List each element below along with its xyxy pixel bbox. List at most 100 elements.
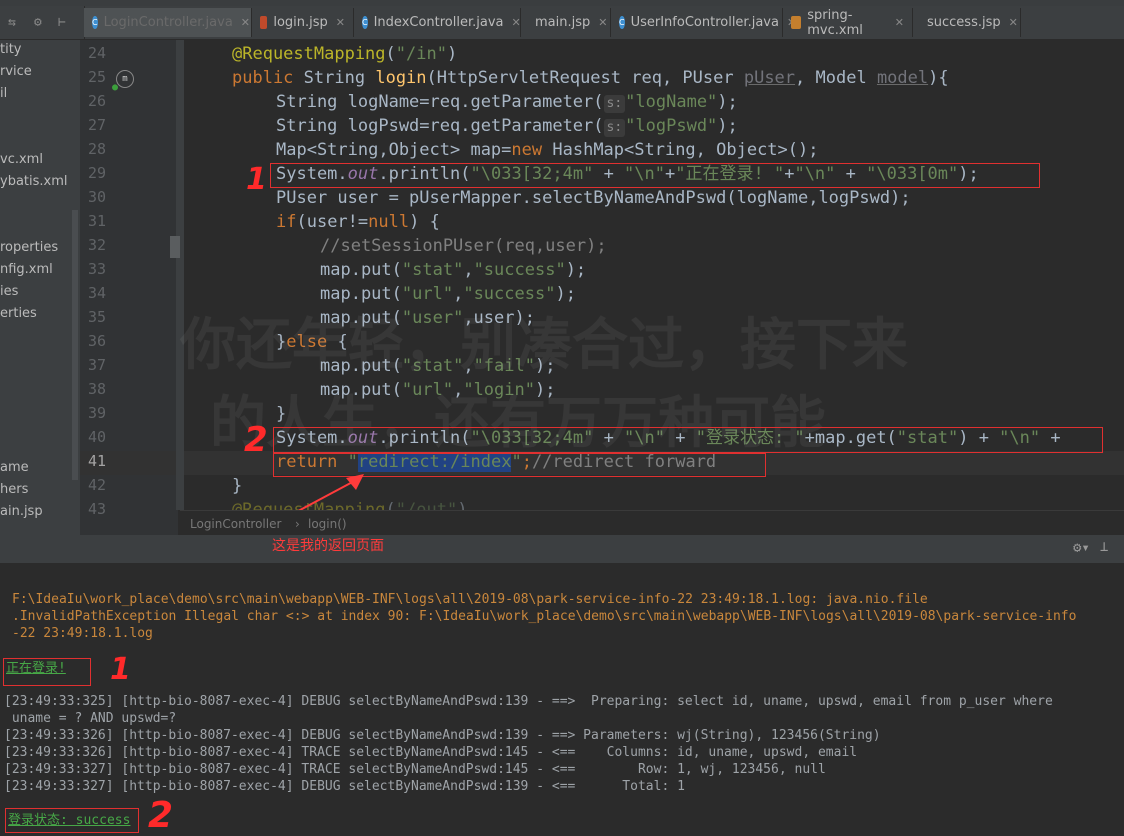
console-line: [23:49:33:327] [http-bio-8087-exec-4] TR… <box>4 762 826 777</box>
code-line-32: //setSessionPUser(req,user); <box>320 236 607 256</box>
console-line: [23:49:33:327] [http-bio-8087-exec-4] DE… <box>4 779 685 794</box>
tab-indexcontroller-java[interactable]: C IndexController.java ✕ <box>354 8 521 37</box>
highlight-box-line-29 <box>270 163 1040 188</box>
project-tree-item[interactable]: roperties <box>0 240 58 255</box>
breadcrumb-method[interactable]: login() <box>308 517 347 531</box>
project-tree-item[interactable]: ies <box>0 284 18 299</box>
line-number: 31 <box>87 212 106 230</box>
annotation-number-2: 2 <box>148 795 174 836</box>
fold-column <box>170 40 184 510</box>
line-number: 40 <box>87 428 106 446</box>
console-line: uname = ? AND upswd=? <box>4 711 177 726</box>
line-number: 42 <box>87 476 106 494</box>
tab-label: spring-mvc.xml <box>807 7 863 38</box>
code-line-26: String logName=req.getParameter(s: "logNa… <box>276 92 738 113</box>
project-tree-item[interactable]: erties <box>0 306 37 321</box>
console-output[interactable]: F:\IdeaIu\work_place\demo\src\main\webap… <box>0 563 1124 833</box>
close-icon[interactable]: ✕ <box>336 16 345 29</box>
minimize-icon[interactable]: ⊥ <box>1100 539 1108 555</box>
code-line-30: PUser user = pUserMapper.selectByNameAnd… <box>276 188 911 208</box>
console-line: [23:49:33:326] [http-bio-8087-exec-4] TR… <box>4 745 858 760</box>
line-number: 28 <box>87 140 106 158</box>
code-line-25: public String login(HttpServletRequest r… <box>232 68 949 88</box>
editor-scroll-thumb[interactable] <box>170 236 180 258</box>
code-line-27: String logPswd=req.getParameter(s: "logPs… <box>276 116 738 137</box>
code-line-24: @RequestMapping("/in") <box>232 44 458 64</box>
line-number: 38 <box>87 380 106 398</box>
project-scrollbar[interactable] <box>72 210 78 480</box>
line-number: 43 <box>87 500 106 518</box>
java-file-icon: C <box>619 16 625 29</box>
console-line: F:\IdeaIu\work_place\demo\src\main\webap… <box>12 592 928 607</box>
close-icon[interactable]: ✕ <box>598 16 607 29</box>
watermark-line-1: 你还年轻，别凑合过，接下来 <box>180 312 908 378</box>
collapse-icon[interactable]: ⇆ <box>8 15 16 30</box>
run-marker-icon[interactable]: ● <box>112 82 118 93</box>
code-line-28: Map<String,Object> map=new HashMap<Strin… <box>276 140 819 160</box>
editor-tab-bar: ⇆ ⚙ ⊢ C LoginController.java ✕ login.jsp ✕ C I… <box>0 6 1124 40</box>
xml-file-icon <box>791 16 802 29</box>
project-toolbar: ⇆ ⚙ ⊢ <box>0 6 85 39</box>
project-tree-item[interactable]: nfig.xml <box>0 262 53 277</box>
annotation-number-1: 1 <box>246 162 267 197</box>
line-number: 37 <box>87 356 106 374</box>
gear-icon[interactable]: ⚙ <box>34 15 42 30</box>
breadcrumb-separator: › <box>295 517 300 531</box>
hide-icon[interactable]: ⊢ <box>58 15 66 30</box>
java-file-icon: C <box>92 16 98 29</box>
tab-label: success.jsp <box>927 15 1001 30</box>
project-tree-item[interactable]: tity <box>0 42 22 57</box>
console-line: [23:49:33:326] [http-bio-8087-exec-4] DE… <box>4 728 881 743</box>
highlight-box-console-1 <box>3 658 91 686</box>
run-tool-window-header: ⚙▾ ⊥ <box>0 535 1124 563</box>
project-tree-item[interactable]: ame <box>0 460 29 475</box>
method-marker-icon[interactable]: m <box>116 70 134 88</box>
line-number: 29 <box>87 164 106 182</box>
tab-success-jsp[interactable]: success.jsp ✕ <box>913 8 1021 37</box>
line-number: 41 <box>87 452 106 470</box>
project-tree-panel: tity rvice il vc.xml ybatis.xml roperties nfig… <box>0 40 80 535</box>
project-tree-item[interactable]: ain.jsp <box>0 504 43 519</box>
breadcrumb: LoginController › login() <box>180 510 1124 536</box>
close-icon[interactable]: ✕ <box>1009 16 1018 29</box>
project-tree-item[interactable]: rvice <box>0 64 32 79</box>
param-hint: s: <box>603 119 626 137</box>
line-number: 32 <box>87 236 106 254</box>
tab-label: UserInfoController.java <box>630 15 779 30</box>
line-number: 33 <box>87 260 106 278</box>
project-tree-item[interactable]: ybatis.xml <box>0 174 68 189</box>
line-number: 36 <box>87 332 106 350</box>
tab-logincontroller-java[interactable]: C LoginController.java ✕ <box>84 8 252 37</box>
gear-icon[interactable]: ⚙▾ <box>1073 540 1090 556</box>
console-line: -22 23:49:18.1.log <box>12 626 153 641</box>
tab-main-jsp[interactable]: main.jsp ✕ <box>521 8 611 37</box>
code-line-42: } <box>232 476 243 496</box>
close-icon[interactable]: ✕ <box>512 16 521 29</box>
breadcrumb-class[interactable]: LoginController <box>190 517 281 531</box>
tab-spring-mvc-xml[interactable]: spring-mvc.xml ✕ <box>783 7 913 38</box>
line-number: 25 <box>87 68 106 86</box>
param-hint: s: <box>603 95 626 113</box>
annotation-number-2: 2 <box>244 420 268 460</box>
line-number: 26 <box>87 92 106 110</box>
close-icon[interactable]: ✕ <box>241 16 250 29</box>
tab-label: login.jsp <box>273 15 328 30</box>
annotation-number-1: 1 <box>110 652 131 687</box>
highlight-box-console-2 <box>5 808 139 833</box>
console-line: [23:49:33:325] [http-bio-8087-exec-4] DE… <box>4 694 1053 709</box>
tab-label: IndexController.java <box>373 15 504 30</box>
java-file-icon: C <box>362 16 368 29</box>
project-tree-item[interactable]: hers <box>0 482 28 497</box>
tab-login-jsp[interactable]: login.jsp ✕ <box>252 8 354 37</box>
code-line-31: if(user!=null) { <box>276 212 440 232</box>
line-number: 27 <box>87 116 106 134</box>
code-line-33: map.put("stat","success"); <box>320 260 587 280</box>
project-tree-item[interactable]: vc.xml <box>0 152 43 167</box>
tab-label: LoginController.java <box>103 15 233 30</box>
highlight-box-line-40 <box>273 427 1103 453</box>
line-number: 30 <box>87 188 106 206</box>
close-icon[interactable]: ✕ <box>895 16 904 29</box>
line-number: 39 <box>87 404 106 422</box>
tab-userinfocontroller-java[interactable]: CUserInfoController.java✕ <box>611 8 796 37</box>
project-tree-item[interactable]: il <box>0 86 7 101</box>
